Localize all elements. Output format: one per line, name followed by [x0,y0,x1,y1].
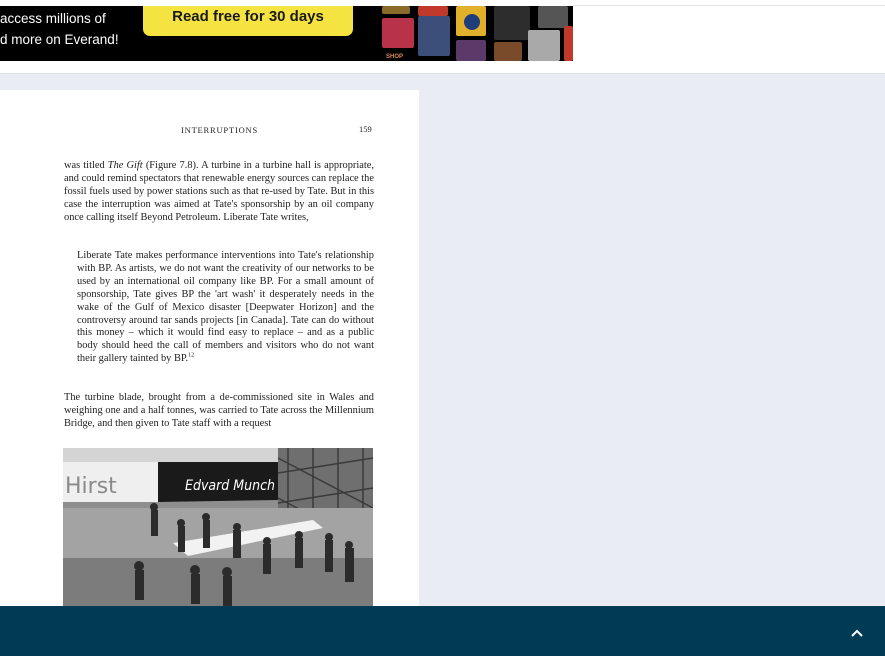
shelf-label: SHOP [386,54,404,60]
promo-line-2: d more on Everand! [0,32,119,47]
figure-photo: Hirst Edvard Munch [63,448,373,608]
promo-line-1: access millions of [0,11,106,26]
chevron-up-icon [851,624,863,642]
paragraph-1-prefix: was titled [64,160,108,171]
read-free-button[interactable]: Read free for 30 days [143,6,353,36]
everand-promo[interactable]: access millions of d more on Everand! Re… [0,6,573,61]
quote-text: Liberate Tate makes performance interven… [77,250,374,365]
top-banner: access millions of d more on Everand! Re… [0,0,885,74]
paragraph-1: was titled The Gift (Figure 7.8). A turb… [64,160,374,225]
document-page: INTERRUPTIONS 159 was titled The Gift (F… [0,90,419,630]
paragraph-2: The turbine blade, brought from a de-com… [64,392,374,429]
artwork-title: The Gift [107,160,143,171]
running-head: INTERRUPTIONS [181,125,258,135]
scroll-up-button[interactable] [847,624,867,642]
page-number: 159 [359,124,372,134]
photo-sign-munch: Edvard Munch [185,478,275,494]
block-quote: Liberate Tate makes performance interven… [77,250,374,366]
book-covers-collage [378,6,573,61]
promo-text: access millions of d more on Everand! [0,8,119,50]
footnote-marker[interactable]: 12 [188,353,194,359]
photo-sign-hirst: Hirst [65,474,117,499]
bottom-toolbar [0,606,885,656]
banner-divider [573,5,885,6]
